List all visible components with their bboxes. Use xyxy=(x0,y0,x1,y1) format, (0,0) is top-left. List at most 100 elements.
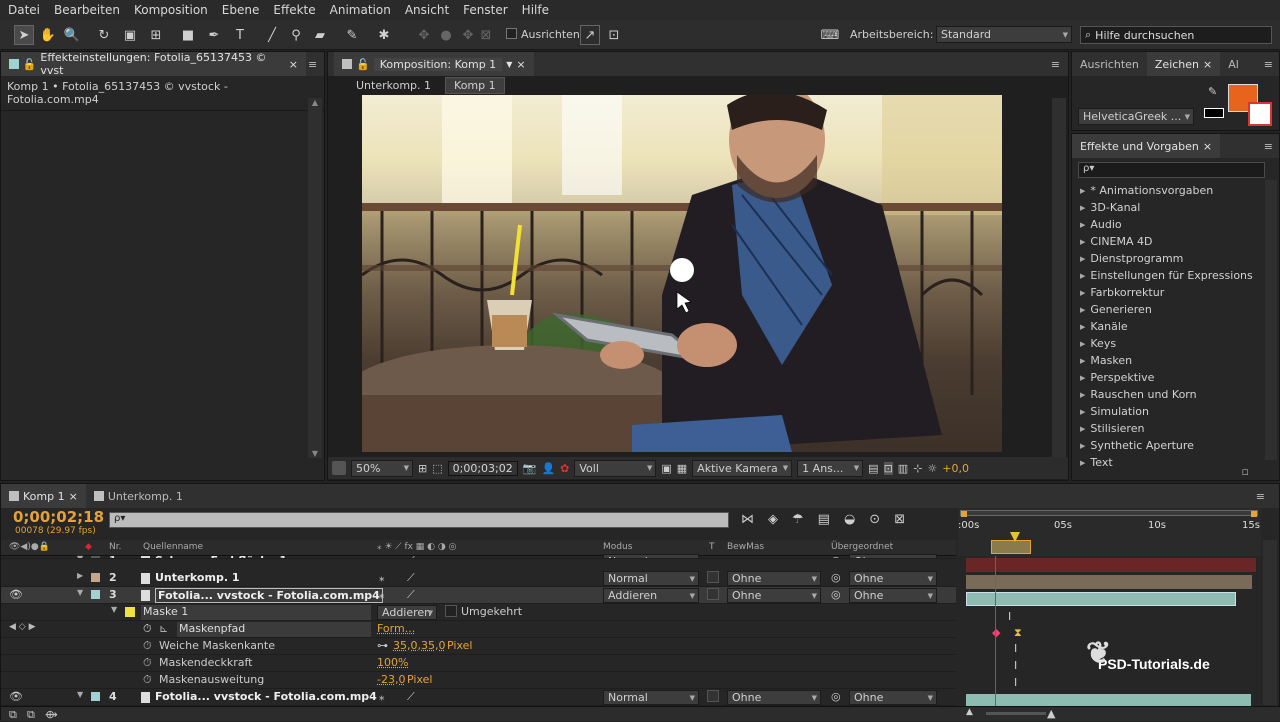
pan-behind-tool-icon[interactable]: ⊞ xyxy=(146,25,166,45)
effects-scrollbar[interactable] xyxy=(1265,180,1277,460)
tab-komp-1[interactable]: Komp 1 × xyxy=(1,484,86,508)
chevron-down-icon[interactable]: ▼ xyxy=(506,60,512,69)
preserve-transparency-checkbox[interactable] xyxy=(707,571,719,583)
layer-row[interactable]: 👁 ▼ 3 Fotolia... vvstock - Fotolia.com.mp4 ⁎… xyxy=(1,587,956,604)
effects-category-item[interactable]: ▶ Stilisieren xyxy=(1072,420,1279,437)
timeline-search-input[interactable]: ρ▾ xyxy=(109,512,729,528)
menu-hilfe[interactable]: Hilfe xyxy=(522,3,549,17)
world-axis-icon[interactable]: ✥ xyxy=(458,25,478,45)
snap-options-icon[interactable]: ⊡ xyxy=(604,25,624,45)
link-icon[interactable]: ⊶ xyxy=(377,639,388,654)
shy-layers-icon[interactable]: ☂ xyxy=(792,512,804,527)
tab-effect-controls[interactable]: 🔓 Effekteinstellungen: Fotolia_65137453 … xyxy=(1,52,306,76)
zoom-slider[interactable] xyxy=(986,712,1046,715)
composition-scrollbar[interactable] xyxy=(1052,98,1066,458)
collapse-switch-icon[interactable]: ⁎ xyxy=(379,690,385,705)
mask-row[interactable]: ▼Maske 1AddierenUmgekehrt xyxy=(1,604,956,621)
tab-unterkomp-1[interactable]: Unterkomp. 1 xyxy=(86,484,191,508)
effects-category-item[interactable]: ▶ Rauschen und Korn xyxy=(1072,386,1279,403)
current-time-field[interactable]: 0;00;03;02 xyxy=(448,461,518,476)
time-navigator[interactable] xyxy=(960,510,1258,516)
timeline-scrollbar[interactable] xyxy=(1263,540,1277,705)
help-search[interactable]: ⌕ Hilfe durchsuchen xyxy=(1080,26,1272,44)
mask-keyframe-icon[interactable]: I xyxy=(1008,610,1011,623)
expand-triangle-icon[interactable]: ▶ xyxy=(1080,425,1085,433)
brush-tool-icon[interactable]: ╱ xyxy=(262,25,282,45)
col-source[interactable]: Quellenname xyxy=(143,542,203,552)
lock-icon[interactable]: 🔓 xyxy=(356,58,370,71)
effects-category-item[interactable]: ▶ Audio xyxy=(1072,216,1279,233)
resolution-dropdown[interactable]: Voll xyxy=(574,460,656,477)
effects-category-item[interactable]: ▶ Einstellungen für Expressions xyxy=(1072,267,1279,284)
expand-triangle-icon[interactable]: ▶ xyxy=(1080,442,1085,450)
pickwhip-icon[interactable]: ◎ xyxy=(831,588,841,603)
effects-category-item[interactable]: ▶ Kanäle xyxy=(1072,318,1279,335)
expand-triangle-icon[interactable]: ▼ xyxy=(77,690,83,705)
effects-search-input[interactable]: ρ▾ xyxy=(1078,162,1265,178)
layer-mode-dropdown[interactable]: Normal xyxy=(603,571,699,586)
stroke-color-swatch[interactable] xyxy=(1248,102,1272,126)
stopwatch-icon[interactable]: ⏱ xyxy=(143,639,152,654)
tab-al[interactable]: Al xyxy=(1220,52,1247,76)
expand-triangle-icon[interactable]: ▶ xyxy=(1080,391,1085,399)
zoom-dropdown[interactable]: 50% xyxy=(351,460,413,477)
quality-switch-icon[interactable]: ⟋ xyxy=(407,690,415,705)
expand-triangle-icon[interactable]: ▶ xyxy=(1080,306,1085,314)
expand-triangle-icon[interactable]: ▶ xyxy=(1080,323,1085,331)
rotate-tool-icon[interactable]: ↻ xyxy=(94,25,114,45)
label-color-swatch[interactable] xyxy=(91,573,100,582)
expand-triangle-icon[interactable]: ▶ xyxy=(1080,221,1085,229)
effects-category-item[interactable]: ▶ Farbkorrektur xyxy=(1072,284,1279,301)
close-icon[interactable]: × xyxy=(1203,58,1212,71)
menu-ansicht[interactable]: Ansicht xyxy=(405,3,449,17)
text-tool-icon[interactable]: T xyxy=(230,25,250,45)
layer-row[interactable]: 👁 ▼ 4 Fotolia... vvstock - Fotolia.com.mp4 ⁎… xyxy=(1,689,956,706)
expand-triangle-icon[interactable]: ▼ xyxy=(111,605,117,620)
pickwhip-icon[interactable]: ◎ xyxy=(831,554,841,559)
new-folder-icon[interactable]: ▫ xyxy=(1242,465,1249,478)
expand-triangle-icon[interactable]: ▶ xyxy=(1080,238,1085,246)
inverted-checkbox[interactable] xyxy=(445,605,457,617)
layer-mode-dropdown[interactable]: Normal xyxy=(603,690,699,705)
adjust-exposure-icon[interactable]: ☼ xyxy=(927,462,937,475)
always-preview-icon[interactable] xyxy=(332,461,346,475)
exposure-value[interactable]: +0,0 xyxy=(942,462,969,475)
rectangle-tool-icon[interactable]: ■ xyxy=(178,25,198,45)
transparency-grid-icon[interactable]: ▦ xyxy=(677,462,687,475)
tab-ausrichten[interactable]: Ausrichten xyxy=(1072,52,1147,76)
expand-triangle-icon[interactable]: ▶ xyxy=(1080,374,1085,382)
keyframe-diamond-icon[interactable]: ◆ xyxy=(992,626,1000,639)
panel-menu-icon[interactable]: ≡ xyxy=(1264,140,1273,153)
eyedropper-icon[interactable]: ✎ xyxy=(1208,85,1217,98)
expand-triangle-icon[interactable]: ▼ xyxy=(77,554,83,559)
layer-name[interactable]: Schwarz Farbfläche 1 xyxy=(155,554,287,559)
effects-category-item[interactable]: ▶ CINEMA 4D xyxy=(1072,233,1279,250)
quality-switch-icon[interactable]: ⟋ xyxy=(407,571,415,586)
layer-2-bar[interactable] xyxy=(966,575,1252,589)
expand-triangle-icon[interactable]: ▶ xyxy=(1080,340,1085,348)
expand-triangle-icon[interactable]: ▶ xyxy=(1080,272,1085,280)
effects-category-item[interactable]: ▶ Keys xyxy=(1072,335,1279,352)
mask-name[interactable]: Maske 1 xyxy=(141,605,371,620)
reset-exposure-icon[interactable]: ⊡ xyxy=(884,462,893,475)
workspace-dropdown[interactable]: Standard xyxy=(936,26,1072,43)
pickwhip-icon[interactable]: ◎ xyxy=(831,690,841,705)
track-area[interactable]: I ◆ ⧗ I I I ❦ PSD-Tutorials.de xyxy=(958,556,1261,706)
3d-renderer-icon[interactable]: ▥ xyxy=(898,462,908,475)
parent-dropdown[interactable]: Ohne xyxy=(849,571,937,586)
stopwatch-icon[interactable]: ⏱ xyxy=(143,622,152,637)
draft-3d-icon[interactable]: ◈ xyxy=(768,512,778,527)
safe-margins-icon[interactable]: ⊞ xyxy=(418,462,427,475)
panel-menu-icon[interactable]: ≡ xyxy=(1264,58,1273,71)
parent-dropdown[interactable]: Ohne xyxy=(849,690,937,705)
navigator-end-handle[interactable] xyxy=(1251,511,1257,517)
eraser-tool-icon[interactable]: ▰ xyxy=(310,25,330,45)
zoom-tool-icon[interactable]: 🔍 xyxy=(62,25,82,45)
property-value[interactable]: 35,0,35,0 xyxy=(393,639,445,654)
mask-mode-dropdown[interactable]: Addieren xyxy=(377,605,437,620)
camera-dropdown[interactable]: Aktive Kamera xyxy=(692,460,792,477)
layer-name[interactable]: Fotolia... vvstock - Fotolia.com.mp4 xyxy=(155,690,377,705)
keyframe-navigator-icon[interactable]: ◀ ◇ ▶ xyxy=(9,622,36,637)
label-color-swatch[interactable] xyxy=(91,556,100,559)
mask-property-row[interactable]: ⏱ Maskenausweitung -23,0 Pixel xyxy=(1,672,956,689)
